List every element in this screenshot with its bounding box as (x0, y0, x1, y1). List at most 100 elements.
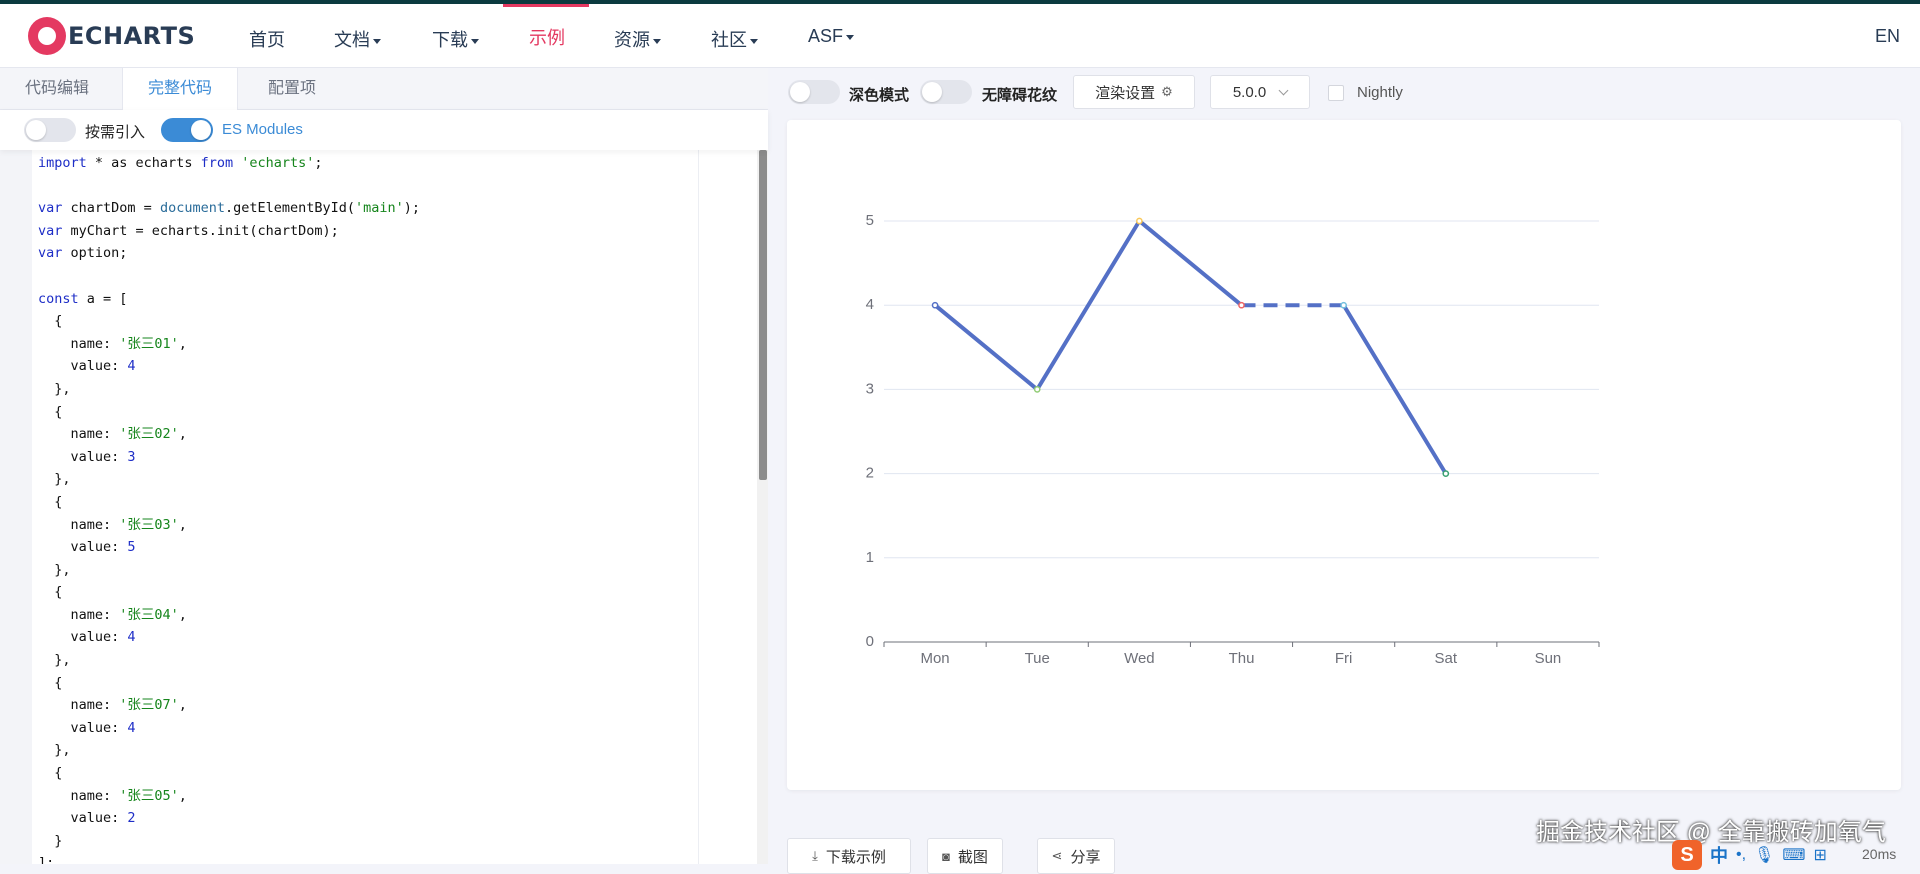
code-line: var myChart = echarts.init(chartDom); (38, 222, 339, 239)
render-time: 20ms (1862, 846, 1897, 862)
punctuation-icon: •, (1736, 846, 1747, 863)
code-editor[interactable]: import * as echarts from 'echarts'; var … (0, 150, 768, 864)
tab-options[interactable]: 配置项 (243, 68, 341, 110)
language-switch[interactable]: EN (1875, 26, 1900, 47)
data-point (1340, 301, 1347, 309)
nav-item-label: 下载 (432, 30, 468, 50)
download-icon: ⤓ (812, 848, 818, 863)
editor-scrollbar[interactable] (759, 150, 767, 480)
chevron-down-icon (1278, 85, 1289, 95)
code-line: { (38, 584, 63, 601)
nav-item-label: 文档 (334, 30, 370, 50)
code-line: const a = [ (38, 290, 128, 307)
code-line: value: 3 (38, 448, 136, 465)
code-line: value: 4 (38, 358, 136, 375)
nav-item-download[interactable]: 下载 (432, 26, 479, 52)
screenshot-button[interactable]: ◙ 截图 (927, 838, 1003, 874)
data-point (1136, 217, 1143, 225)
code-line: var chartDom = document.getElementById('… (38, 200, 421, 217)
code-line: }, (38, 380, 71, 397)
nav-item-resources[interactable]: 资源 (614, 26, 661, 52)
keyboard-icon: ⌨ (1782, 847, 1806, 864)
caret-down-icon (373, 38, 381, 44)
code-line: value: 4 (38, 719, 136, 736)
es-modules-toggle[interactable] (161, 118, 213, 142)
nav-item-label: 社区 (711, 30, 747, 50)
on-demand-import-label: 按需引入 (85, 124, 146, 141)
download-example-button[interactable]: ⤓ 下载示例 (787, 838, 911, 874)
camera-icon: ◙ (942, 848, 950, 864)
echarts-logo[interactable]: ECHARTS (28, 17, 195, 55)
aria-pattern-toggle[interactable] (920, 80, 972, 104)
nav-item-asf[interactable]: ASF (808, 26, 855, 47)
tab-full-code[interactable]: 完整代码 (122, 68, 239, 111)
version-select[interactable]: 5.0.0 (1210, 75, 1310, 109)
tab-code-edit[interactable]: 代码编辑 (0, 68, 114, 110)
y-tick-label: 5 (866, 212, 874, 229)
y-tick-label: 2 (866, 465, 874, 482)
nightly-checkbox[interactable] (1328, 85, 1344, 101)
nav-item-label: 资源 (614, 30, 650, 50)
y-tick-label: 1 (866, 549, 874, 566)
code-line: }, (38, 471, 71, 488)
editor-gutter (0, 150, 32, 864)
x-tick-label: Wed (1124, 650, 1155, 667)
logo-text: ECHARTS (68, 22, 196, 50)
x-tick-label: Thu (1229, 650, 1255, 667)
code-line: name: '张三04', (38, 606, 187, 623)
aria-pattern-label: 无障碍花纹 (982, 87, 1058, 104)
code-line: }, (38, 561, 71, 578)
nav-item-examples[interactable]: 示例 (529, 24, 565, 50)
code-line: name: '张三02', (38, 426, 187, 443)
on-demand-import-toggle[interactable] (24, 118, 76, 142)
sogou-logo-icon: S (1672, 840, 1702, 870)
nav-item-home[interactable]: 首页 (249, 26, 285, 52)
code-line: value: 5 (38, 539, 136, 556)
nav-item-docs[interactable]: 文档 (334, 26, 381, 52)
screenshot-label: 截图 (957, 848, 988, 866)
data-point (1442, 470, 1450, 477)
code-line: }, (38, 742, 71, 759)
y-tick-label: 0 (866, 633, 874, 650)
code-line: var option; (38, 245, 128, 262)
nav-active-indicator (503, 4, 589, 7)
code-line: ]; (38, 855, 55, 864)
data-point (1238, 301, 1245, 309)
y-tick-label: 4 (866, 296, 874, 313)
microphone-icon: 🎙 (1754, 847, 1775, 864)
data-point (931, 301, 939, 309)
dark-mode-toggle[interactable] (788, 80, 840, 104)
print-margin (698, 150, 699, 864)
code-line: value: 2 (38, 810, 136, 827)
editor-options: 按需引入 ES Modules (0, 110, 768, 150)
preview-panel: 深色模式 无障碍花纹 渲染设置 ⚙ 5.0.0 Nightly 0 1 2 3 4 5 Mo… (768, 68, 1920, 874)
ime-toolbar[interactable]: S 中 •, 🎙 ⌨ ⊞ (1672, 840, 1827, 870)
nav-item-label: ASF (808, 26, 844, 46)
render-settings-label: 渲染设置 (1095, 84, 1156, 102)
caret-down-icon (471, 38, 479, 44)
code-line: { (38, 674, 63, 691)
line-segment (1137, 219, 1244, 308)
x-tick-label: Sun (1535, 650, 1562, 667)
render-settings-button[interactable]: 渲染设置 ⚙ (1073, 75, 1195, 109)
nav-item-label: 示例 (529, 28, 565, 48)
editor-panel: 代码编辑 完整代码 配置项 按需引入 ES Modules import * a… (0, 68, 768, 864)
gear-icon: ⚙ (1161, 84, 1173, 99)
share-icon: ⋖ (1051, 848, 1063, 863)
code-line: import * as echarts from 'echarts'; (38, 155, 323, 171)
nav-item-community[interactable]: 社区 (711, 26, 758, 52)
code-line: value: 4 (38, 629, 136, 646)
top-nav: ECHARTS 首页 文档 下载 示例 资源 社区 ASF EN (0, 4, 1920, 68)
code-line: }, (38, 652, 71, 669)
share-button[interactable]: ⋖ 分享 (1037, 838, 1115, 874)
x-tick-label: Fri (1335, 650, 1353, 667)
code-line: name: '张三05', (38, 787, 187, 804)
caret-down-icon (846, 34, 855, 40)
chart-container[interactable]: 0 1 2 3 4 5 Mon Tue Wed Thu Fri Sat Sun (787, 120, 1901, 790)
editor-tabs: 代码编辑 完整代码 配置项 (0, 68, 768, 111)
share-label: 分享 (1070, 848, 1101, 866)
caret-down-icon (750, 38, 758, 44)
code-line: { (38, 403, 63, 420)
